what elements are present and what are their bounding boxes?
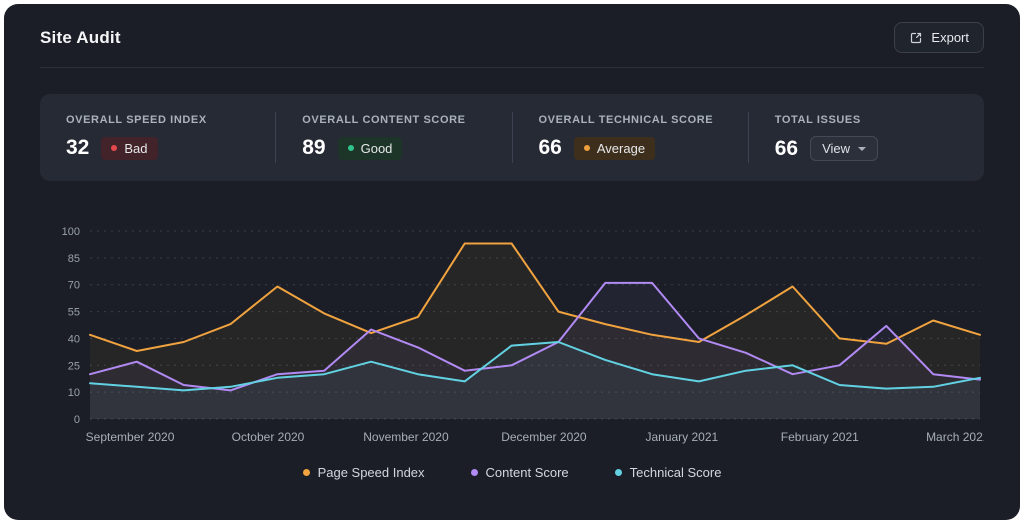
chevron-down-icon [858, 147, 866, 151]
svg-text:February 2021: February 2021 [781, 430, 859, 444]
svg-text:December 2020: December 2020 [501, 430, 587, 444]
x-axis-labels: September 2020 October 2020 November 2020 D… [86, 430, 984, 444]
legend-dot [303, 469, 310, 476]
chart: 0 10 25 40 55 70 85 100 September 2020 October 20… [40, 217, 984, 449]
svg-text:0: 0 [74, 414, 80, 426]
stat-total-issues: TOTAL ISSUES 66 View [748, 112, 984, 163]
svg-text:85: 85 [68, 253, 80, 265]
legend-label: Technical Score [630, 465, 722, 480]
svg-text:10: 10 [68, 387, 80, 399]
svg-text:January 2021: January 2021 [645, 430, 718, 444]
header: Site Audit Export [4, 4, 1020, 67]
view-issues-button[interactable]: View [810, 136, 878, 161]
svg-text:March 2021: March 2021 [926, 430, 984, 444]
line-chart: 0 10 25 40 55 70 85 100 September 2020 October 20… [40, 217, 984, 449]
stat-content-score: OVERALL CONTENT SCORE 89 Good [275, 112, 511, 163]
legend-item-page-speed-index[interactable]: Page Speed Index [303, 465, 425, 480]
badge-label: Bad [124, 141, 147, 156]
svg-text:October 2020: October 2020 [232, 430, 305, 444]
stat-speed-index: OVERALL SPEED INDEX 32 Bad [40, 112, 275, 163]
stat-label: OVERALL CONTENT SCORE [302, 114, 485, 126]
stat-label: OVERALL SPEED INDEX [66, 114, 249, 126]
legend-label: Content Score [486, 465, 569, 480]
stats-bar: OVERALL SPEED INDEX 32 Bad OVERALL CONTE… [40, 94, 984, 181]
site-audit-card: Site Audit Export OVERALL SPEED INDEX 32… [4, 4, 1020, 520]
svg-text:November 2020: November 2020 [363, 430, 449, 444]
legend-item-technical-score[interactable]: Technical Score [615, 465, 722, 480]
legend-dot [471, 469, 478, 476]
stat-value: 89 [302, 136, 325, 160]
status-badge-good: Good [338, 137, 403, 160]
y-axis-labels: 0 10 25 40 55 70 85 100 [62, 226, 80, 426]
page-title: Site Audit [40, 28, 121, 48]
svg-text:55: 55 [68, 307, 80, 319]
svg-text:100: 100 [62, 226, 80, 238]
export-button-label: Export [931, 30, 969, 45]
status-dot [584, 145, 590, 151]
badge-label: Average [597, 141, 645, 156]
svg-text:September 2020: September 2020 [86, 430, 175, 444]
svg-text:70: 70 [68, 280, 80, 292]
svg-text:25: 25 [68, 360, 80, 372]
badge-label: Good [361, 141, 393, 156]
legend-dot [615, 469, 622, 476]
stat-value: 66 [775, 137, 798, 161]
stat-value: 32 [66, 136, 89, 160]
stat-technical-score: OVERALL TECHNICAL SCORE 66 Average [512, 112, 748, 163]
export-icon [909, 31, 923, 45]
status-badge-average: Average [574, 137, 655, 160]
export-button[interactable]: Export [894, 22, 984, 53]
stat-label: TOTAL ISSUES [775, 114, 958, 126]
status-dot [111, 145, 117, 151]
chart-legend: Page Speed Index Content Score Technical S… [4, 465, 1020, 480]
view-button-label: View [822, 141, 850, 156]
status-dot [348, 145, 354, 151]
svg-text:40: 40 [68, 333, 80, 345]
legend-label: Page Speed Index [318, 465, 425, 480]
stat-value: 66 [539, 136, 562, 160]
legend-item-content-score[interactable]: Content Score [471, 465, 569, 480]
header-divider [40, 67, 984, 68]
status-badge-bad: Bad [101, 137, 157, 160]
stat-label: OVERALL TECHNICAL SCORE [539, 114, 722, 126]
